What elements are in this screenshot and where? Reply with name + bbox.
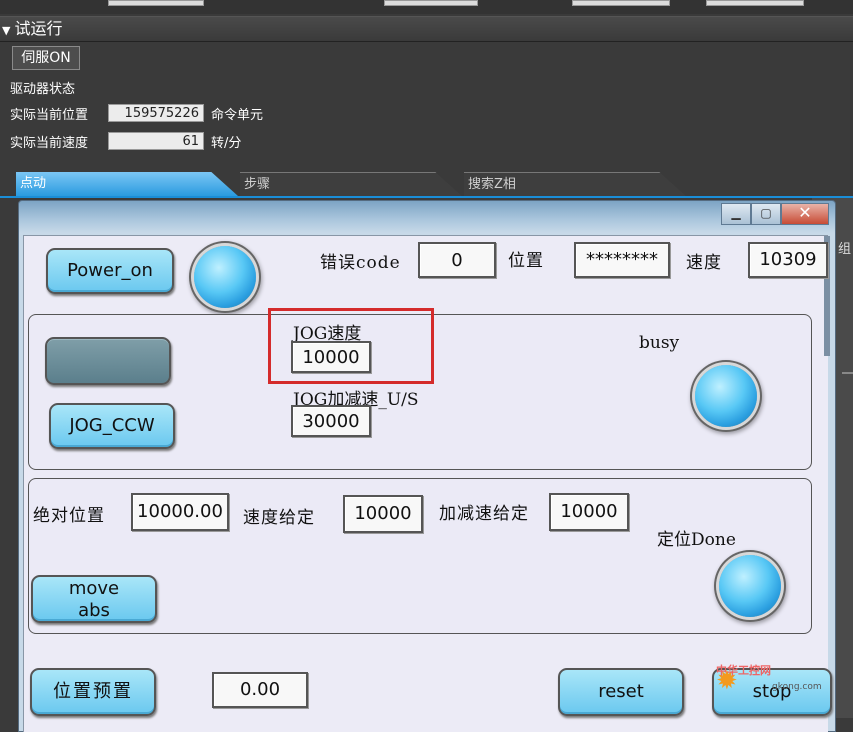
speed-value: 10309 [748,242,828,278]
jog-accel-input[interactable]: 30000 [291,405,371,437]
jog-ccw-button[interactable]: JOG_CCW [49,403,175,449]
power-indicator-led [194,246,256,308]
done-indicator-led [719,555,781,617]
accel-setting-input[interactable]: 10000 [549,493,629,531]
top-strip [0,0,853,14]
position-value: ******** [574,242,670,278]
tab-search-z[interactable]: 搜索Z相 [464,172,686,196]
power-on-button[interactable]: Power_on [46,248,174,294]
right-panel-divider [842,372,853,374]
watermark-site: gkong.com [772,682,822,692]
watermark-brand: 中华工控网 [716,664,771,677]
error-code-value: 0 [418,242,496,278]
accel-setting-label: 加减速给定 [439,504,529,524]
minimize-icon[interactable]: ▁ [721,203,751,225]
close-icon[interactable]: ✕ [781,203,829,225]
actual-speed-unit: 转/分 [211,136,242,151]
move-abs-line2: abs [78,600,110,621]
abs-position-input[interactable]: 10000.00 [131,493,229,531]
abs-position-label: 绝对位置 [33,506,105,526]
error-code-label: 错误code [320,253,401,273]
window-controls: ▁ ▢ ✕ [721,203,829,225]
done-label: 定位Done [657,530,736,550]
actual-position-unit: 命令单元 [211,108,264,123]
section-title: 试运行 [14,19,63,38]
hmi-window: ▁ ▢ ✕ Power_on 错误code 0 位置 ******** 速度 1… [18,200,836,732]
collapse-triangle-icon[interactable]: ▼ [2,24,10,37]
position-preset-button[interactable]: 位置预置 [30,668,156,716]
right-panel-fragment: 组 [838,242,852,257]
actual-position-value: 159575226 [108,104,204,122]
preset-value-input[interactable]: 0.00 [212,672,308,708]
move-abs-button[interactable]: move abs [31,575,157,623]
speed-setting-label: 速度给定 [243,508,315,528]
actual-position-label: 实际当前位置 [10,108,89,123]
jog-cw-button[interactable] [45,337,171,385]
top-field [706,0,804,6]
top-field [384,0,478,6]
servo-on-button[interactable]: 伺服ON [12,46,80,70]
top-field [108,0,204,6]
speed-setting-input[interactable]: 10000 [343,495,423,533]
actual-speed-value: 61 [108,132,204,150]
drive-status-heading: 驱动器状态 [10,82,76,97]
move-abs-group: 绝对位置 10000.00 速度给定 10000 加减速给定 10000 定位D… [28,478,812,634]
actual-speed-label: 实际当前速度 [10,136,89,151]
speed-label: 速度 [686,253,722,273]
reset-button[interactable]: reset [558,668,684,716]
position-label: 位置 [508,251,544,271]
top-field [572,0,670,6]
busy-indicator-led [695,365,757,427]
maximize-icon[interactable]: ▢ [751,203,781,225]
busy-label: busy [639,333,680,353]
tab-step[interactable]: 步骤 [240,172,462,196]
tab-bar: 点动 步骤 搜索Z相 [0,168,853,198]
highlight-annotation-box [268,308,434,384]
section-header[interactable]: ▼ 试运行 [0,16,853,42]
move-abs-line1: move [68,578,120,599]
tab-jog[interactable]: 点动 [16,172,238,196]
